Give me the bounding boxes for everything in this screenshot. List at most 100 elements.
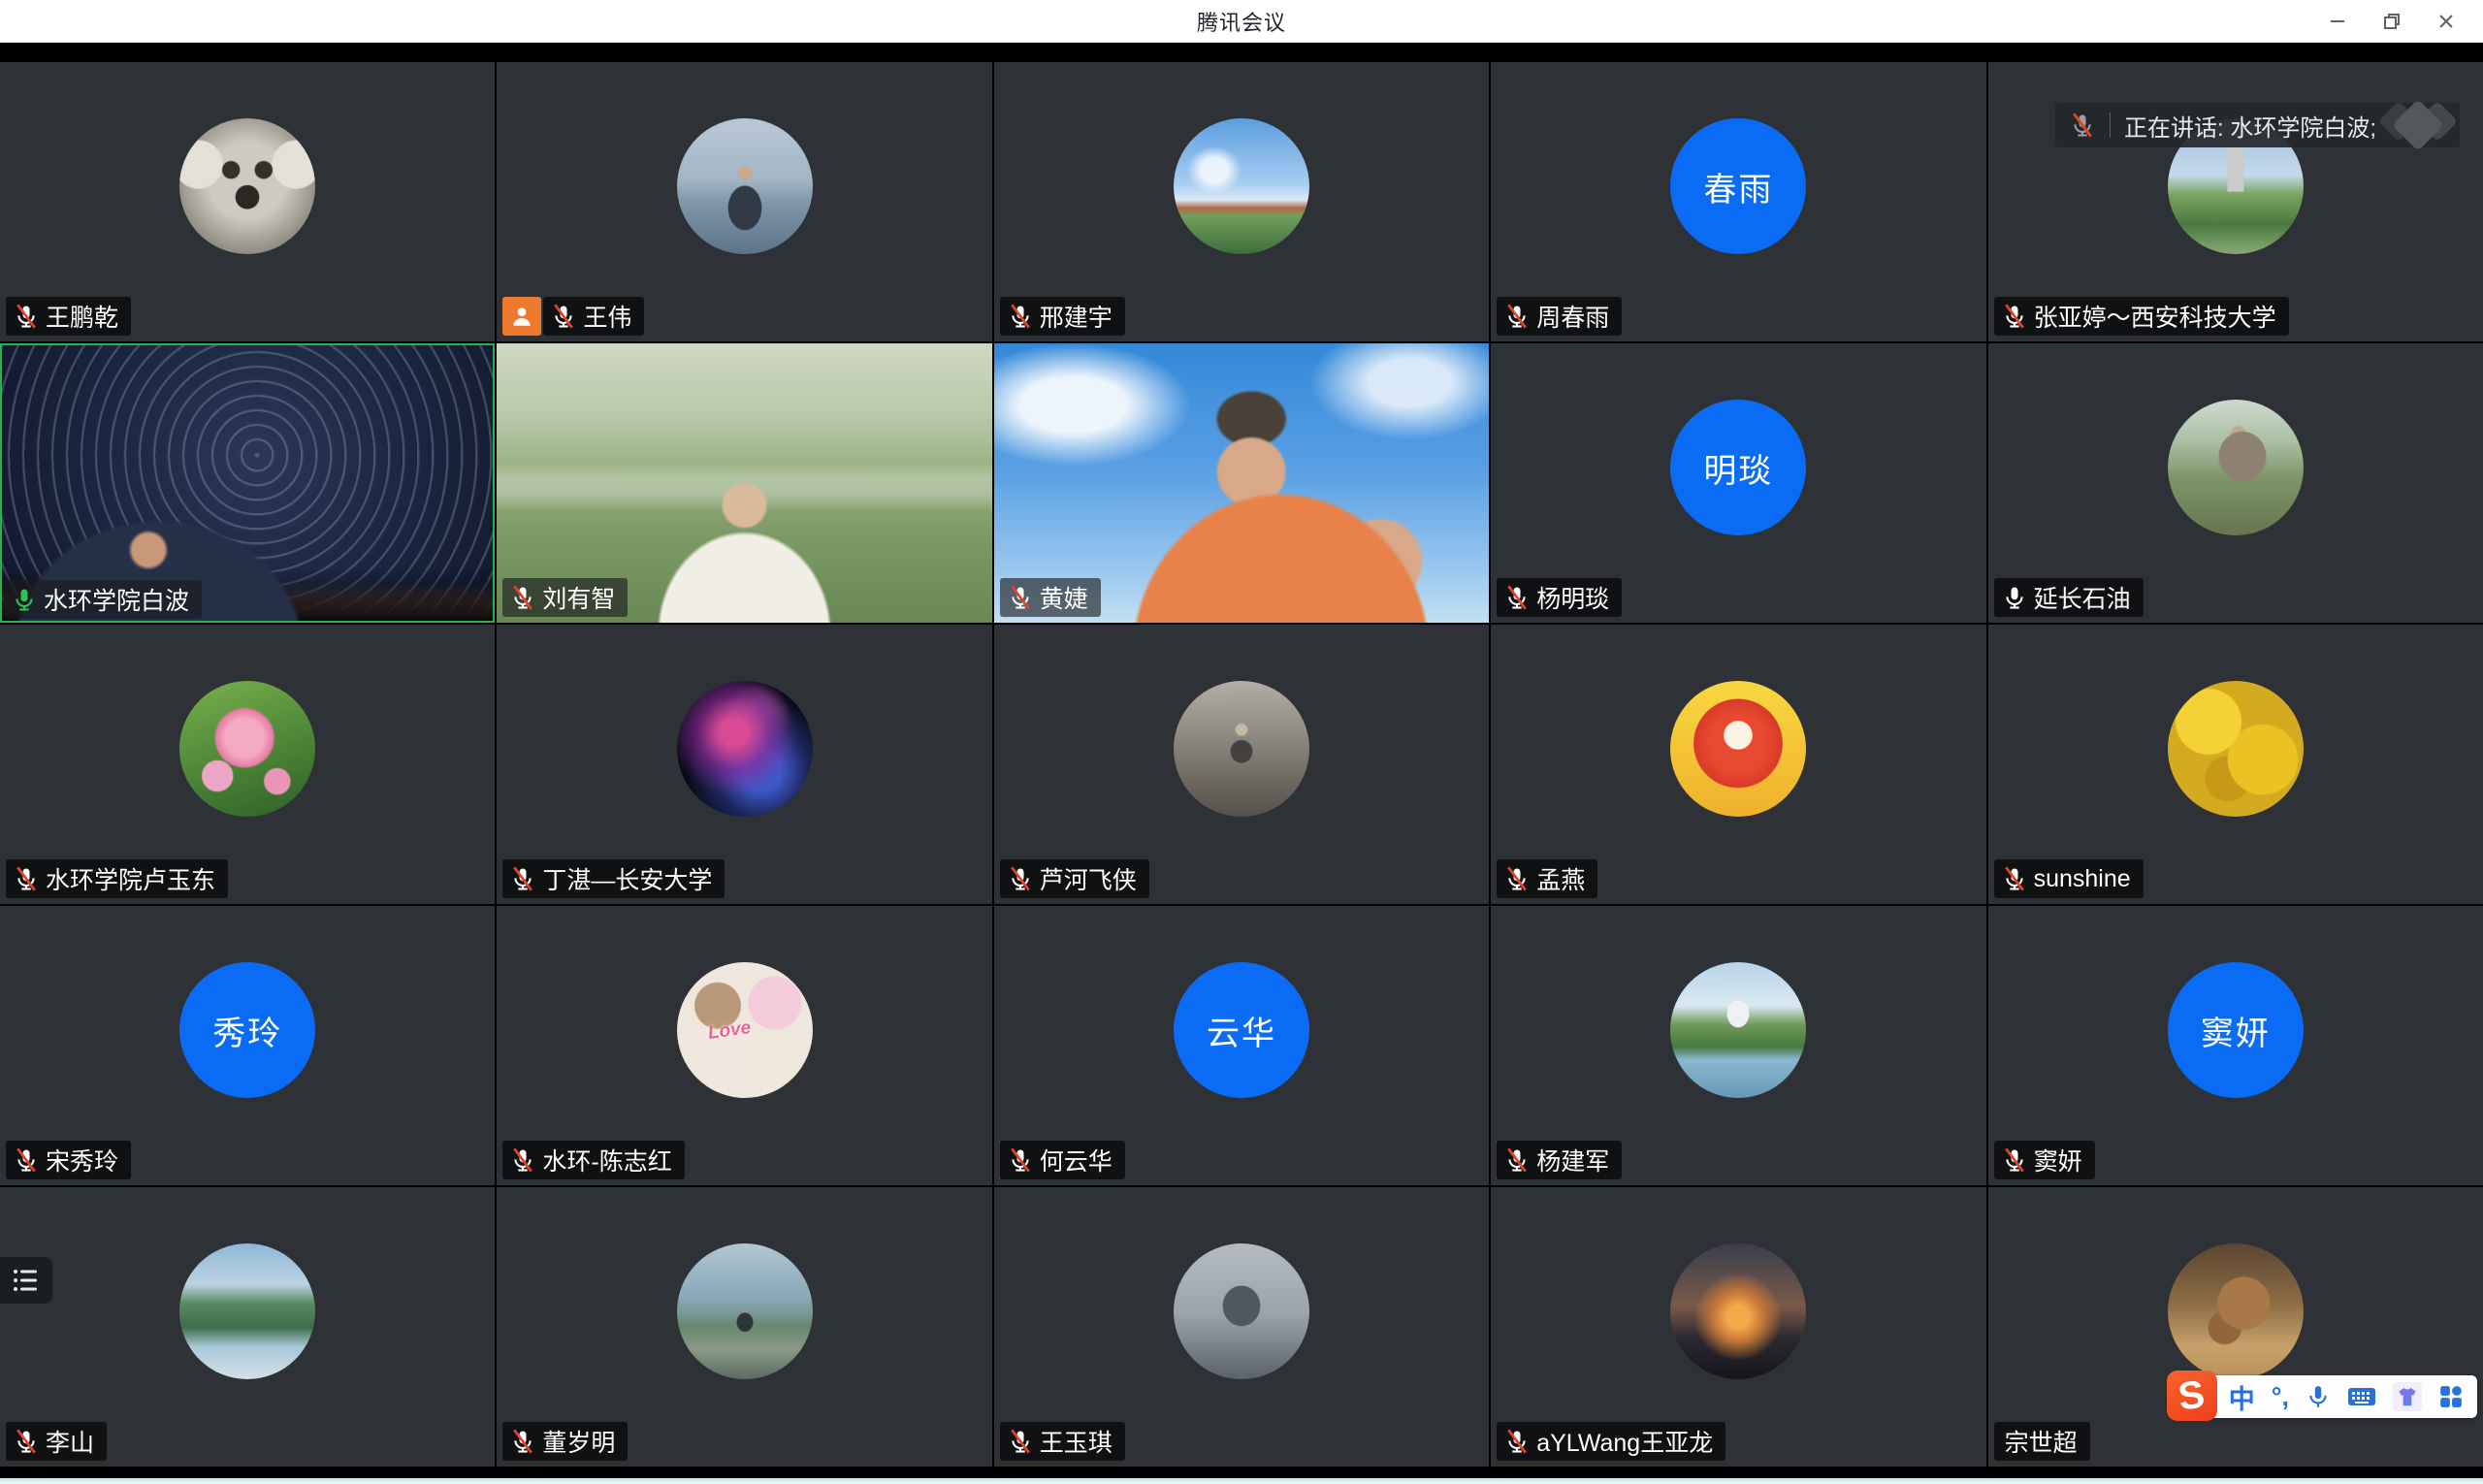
participant-tile[interactable]: 明琰 杨明琰 xyxy=(1491,343,1985,623)
participant-tile[interactable]: 延长石油 xyxy=(1988,343,2483,623)
camel-photo xyxy=(2168,1243,2304,1379)
participant-label: 芦河飞侠 xyxy=(1000,859,1149,898)
mic-on-icon xyxy=(2001,584,2028,611)
participant-tile[interactable]: 董岁明 xyxy=(497,1187,991,1467)
koala-photo xyxy=(179,118,315,254)
campus-lake-photo xyxy=(1670,962,1806,1098)
speaking-text: 正在讲话: 水环学院白波; xyxy=(2124,109,2376,143)
participant-name: 何云华 xyxy=(1040,1143,1113,1178)
mic-muted-icon xyxy=(2001,303,2028,330)
participant-tile[interactable]: 王伟 xyxy=(497,62,991,341)
mic-on-icon xyxy=(11,586,38,613)
toolbox-button[interactable] xyxy=(2438,1384,2464,1409)
participant-name: aYLWang王亚龙 xyxy=(1536,1424,1713,1459)
soft-keyboard-button[interactable] xyxy=(2347,1384,2376,1409)
participant-tile[interactable]: 水环学院白波 xyxy=(0,343,495,623)
lakeside-person-photo xyxy=(677,1243,813,1379)
person-badge-icon xyxy=(502,297,541,336)
participant-name: 宋秀玲 xyxy=(46,1143,118,1178)
participant-tile[interactable]: 春雨 周春雨 xyxy=(1491,62,1985,341)
participant-name: sunshine xyxy=(2034,865,2131,893)
minimize-button[interactable] xyxy=(2310,0,2365,43)
participant-tile[interactable]: 邢建宇 xyxy=(994,62,1489,341)
mic-muted-icon xyxy=(509,584,536,611)
mic-muted-icon xyxy=(13,865,40,892)
participant-label: 宋秀玲 xyxy=(6,1141,131,1179)
participant-tile[interactable]: 秀玲 宋秀玲 xyxy=(0,906,495,1185)
punctuation-button[interactable]: °, xyxy=(2272,1382,2289,1412)
window-titlebar: 腾讯会议 xyxy=(0,0,2483,43)
participant-tile[interactable]: 水环学院卢玉东 xyxy=(0,625,495,904)
mic-muted-icon xyxy=(13,1428,40,1455)
participant-label: 延长石油 xyxy=(1994,578,2144,617)
participant-tile[interactable]: 杨建军 xyxy=(1491,906,1985,1185)
participant-name: 王鹏乾 xyxy=(46,299,118,334)
participant-tile[interactable]: 黄婕 xyxy=(994,343,1489,623)
mic-muted-icon xyxy=(1503,303,1531,330)
toolbox-icon xyxy=(2438,1384,2464,1409)
mic-muted-icon xyxy=(1007,865,1034,892)
participant-tile[interactable]: 王玉琪 xyxy=(994,1187,1489,1467)
participant-label: 邢建宇 xyxy=(1000,297,1125,336)
participant-tile[interactable]: sunshine xyxy=(1988,625,2483,904)
participant-label: 水环学院卢玉东 xyxy=(6,859,228,898)
close-button[interactable] xyxy=(2419,0,2473,43)
chinese-mode-button[interactable]: 中 xyxy=(2229,1378,2255,1416)
lotus-flower-photo xyxy=(179,681,315,817)
skin-button[interactable] xyxy=(2393,1382,2422,1411)
mic-muted-icon xyxy=(13,1146,40,1174)
cartoon-monkey-photo xyxy=(1670,681,1806,817)
speaking-indicator: 正在讲话: 水环学院白波; xyxy=(2055,103,2460,147)
mic-muted-icon xyxy=(2001,1146,2028,1174)
mountain-temple-photo xyxy=(2168,400,2304,535)
sogou-ime-toolbar: S 中 °, xyxy=(2169,1375,2477,1418)
mic-muted-icon xyxy=(1007,1428,1034,1455)
mic-muted-icon xyxy=(1503,1146,1531,1174)
participant-label: 王玉琪 xyxy=(1000,1422,1125,1461)
participant-tile[interactable]: Love 水环-陈志红 xyxy=(497,906,991,1185)
participant-tile[interactable]: 刘有智 xyxy=(497,343,991,623)
close-icon xyxy=(2435,11,2457,32)
window-controls xyxy=(2310,0,2473,43)
participant-tile[interactable]: 窦妍 窦妍 xyxy=(1988,906,2483,1185)
participant-tile[interactable]: 孟燕 xyxy=(1491,625,1985,904)
sogou-logo-icon[interactable]: S xyxy=(2167,1371,2217,1421)
participant-name: 窦妍 xyxy=(2034,1143,2082,1178)
member-list-icon xyxy=(12,1267,41,1294)
mic-muted-icon xyxy=(2001,865,2028,892)
top-black-strip xyxy=(0,43,2483,62)
participant-name: 王伟 xyxy=(583,299,631,334)
participant-name: 水环-陈志红 xyxy=(542,1143,671,1178)
ship-photo xyxy=(1174,1243,1309,1379)
participant-tile[interactable]: 王鹏乾 xyxy=(0,62,495,341)
participant-tile[interactable]: 丁湛—长安大学 xyxy=(497,625,991,904)
participant-name: 孟燕 xyxy=(1536,861,1585,896)
voice-input-button[interactable] xyxy=(2306,1384,2331,1409)
mic-muted-icon xyxy=(509,865,536,892)
participant-tile[interactable]: 芦河飞侠 xyxy=(994,625,1489,904)
participant-label: 水环-陈志红 xyxy=(502,1141,684,1179)
mic-muted-icon xyxy=(550,303,577,330)
participant-tile[interactable]: 宗世超 xyxy=(1988,1187,2483,1467)
participant-avatar: 窦妍 xyxy=(2168,962,2304,1098)
taskbar-edge xyxy=(0,1478,2483,1484)
participant-label: 窦妍 xyxy=(1994,1141,2095,1179)
participant-name: 邢建宇 xyxy=(1040,299,1113,334)
participant-tile[interactable]: 李山 xyxy=(0,1187,495,1467)
mic-muted-icon xyxy=(1007,1146,1034,1174)
participant-name: 王玉琪 xyxy=(1040,1424,1113,1459)
participant-tile[interactable]: 云华 何云华 xyxy=(994,906,1489,1185)
participant-tile[interactable]: aYLWang王亚龙 xyxy=(1491,1187,1985,1467)
member-list-button[interactable] xyxy=(0,1257,52,1304)
bottom-black-strip xyxy=(0,1467,2483,1478)
ginkgo-leaves-photo xyxy=(2168,681,2304,817)
hiker-on-mountain-photo xyxy=(1174,681,1309,817)
participant-label: 杨建军 xyxy=(1497,1141,1622,1179)
participant-label: 董岁明 xyxy=(502,1422,628,1461)
participant-label: 丁湛—长安大学 xyxy=(502,859,725,898)
participant-label: sunshine xyxy=(1994,859,2144,898)
participant-label: 何云华 xyxy=(1000,1141,1125,1179)
restore-button[interactable] xyxy=(2365,0,2419,43)
voice-input-icon xyxy=(2306,1384,2331,1409)
participant-label: 王伟 xyxy=(502,297,644,336)
